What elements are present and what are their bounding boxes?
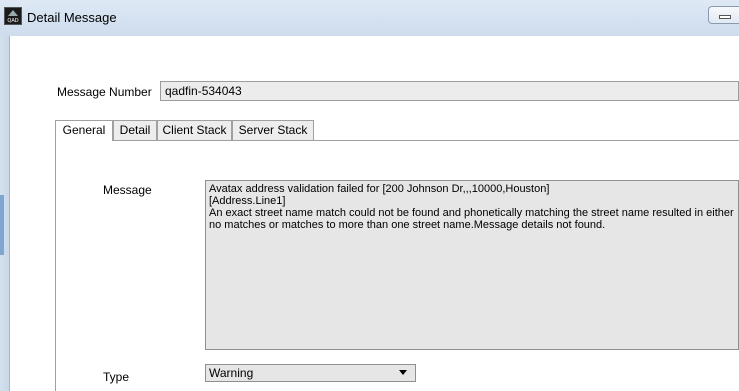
frame-accent [0, 195, 4, 255]
tab-client-stack[interactable]: Client Stack [157, 120, 232, 140]
message-label: Message [103, 183, 152, 197]
chevron-down-icon[interactable] [399, 370, 407, 375]
type-dropdown-value: Warning [209, 366, 254, 380]
qad-logo-icon: QAD [4, 7, 22, 25]
type-label: Type [103, 370, 130, 384]
minimize-button[interactable] [708, 6, 739, 24]
type-dropdown[interactable]: Warning [205, 364, 416, 382]
title-bar[interactable]: QAD Detail Message [0, 0, 739, 36]
message-text-area[interactable]: Avatax address validation failed for [20… [205, 180, 739, 350]
window-title: Detail Message [27, 10, 117, 25]
tab-server-stack[interactable]: Server Stack [232, 120, 314, 140]
tab-general[interactable]: General [55, 120, 113, 141]
message-number-label: Message Number [57, 85, 152, 99]
message-number-field[interactable]: qadfin-534043 [160, 81, 739, 101]
tab-detail[interactable]: Detail [113, 120, 157, 140]
